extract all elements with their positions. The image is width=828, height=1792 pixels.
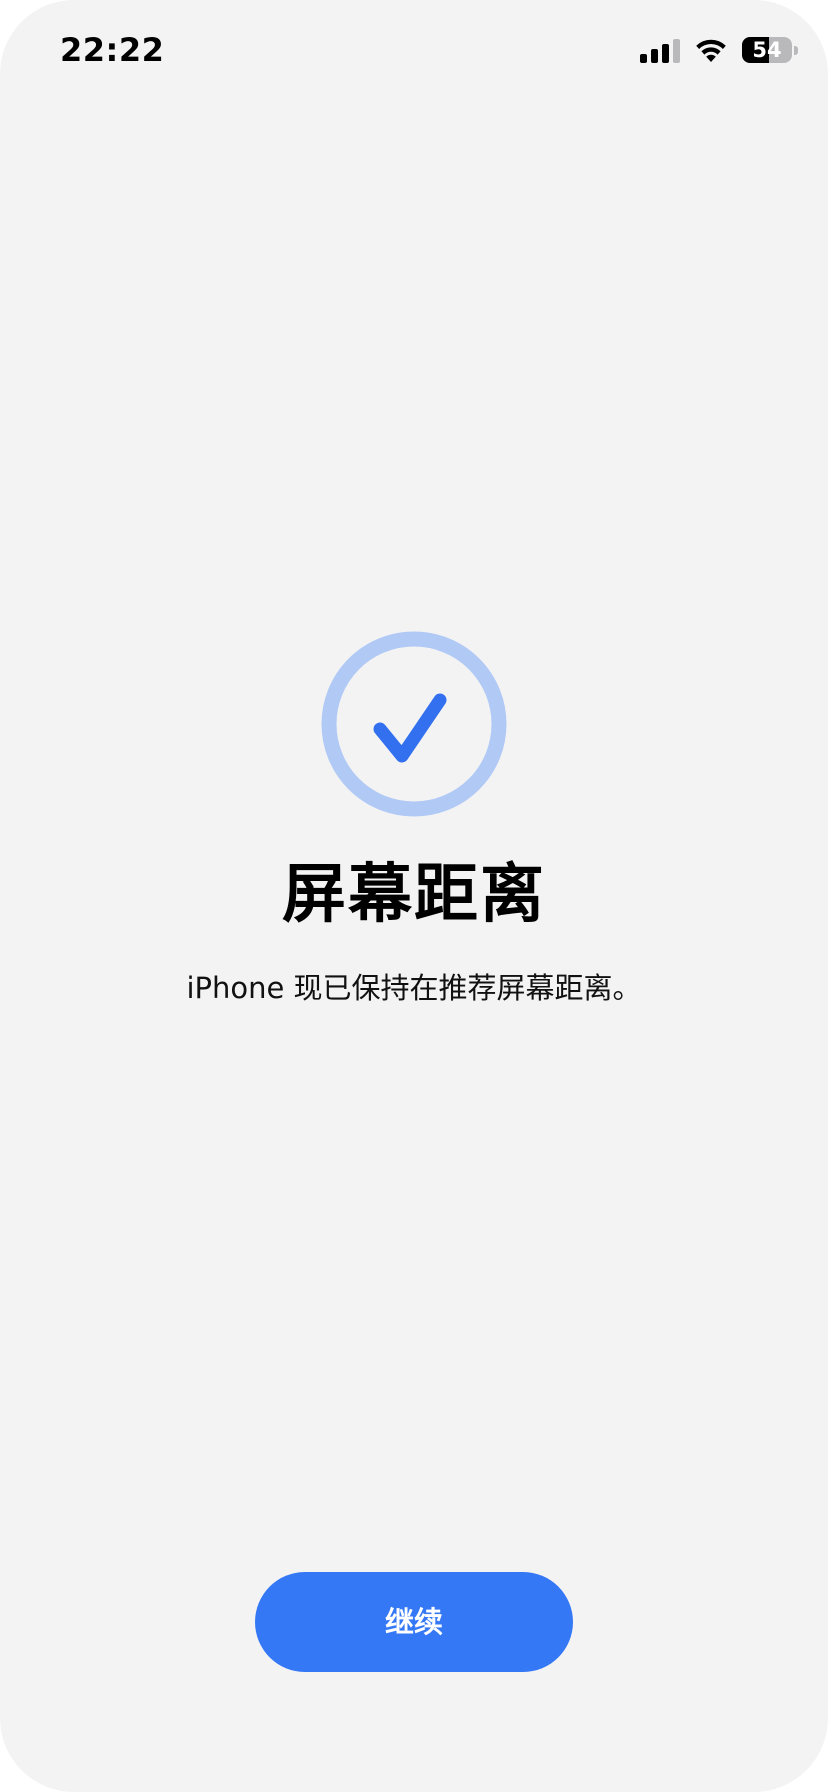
battery-level: 54 xyxy=(752,38,782,62)
page-subtitle: iPhone 现已保持在推荐屏幕距离。 xyxy=(186,971,642,1005)
signal-bar xyxy=(640,54,647,63)
page-title: 屏幕距离 xyxy=(282,858,546,932)
signal-bar xyxy=(662,44,669,63)
screen: 22:22 54 屏幕距离 iPhone 现已保持在推荐屏幕距离。 继续 xyxy=(0,0,828,1792)
battery-cap xyxy=(794,46,798,55)
battery-icon: 54 xyxy=(742,37,798,63)
status-bar: 22:22 54 xyxy=(0,0,828,100)
wifi-icon xyxy=(694,37,728,63)
checkmark-circle-icon xyxy=(320,630,508,818)
status-icons: 54 xyxy=(640,32,798,68)
signal-bar xyxy=(673,39,680,63)
status-time: 22:22 xyxy=(60,31,165,69)
continue-button[interactable]: 继续 xyxy=(255,1572,573,1672)
signal-bar xyxy=(651,49,658,63)
cellular-signal-icon xyxy=(640,37,680,63)
